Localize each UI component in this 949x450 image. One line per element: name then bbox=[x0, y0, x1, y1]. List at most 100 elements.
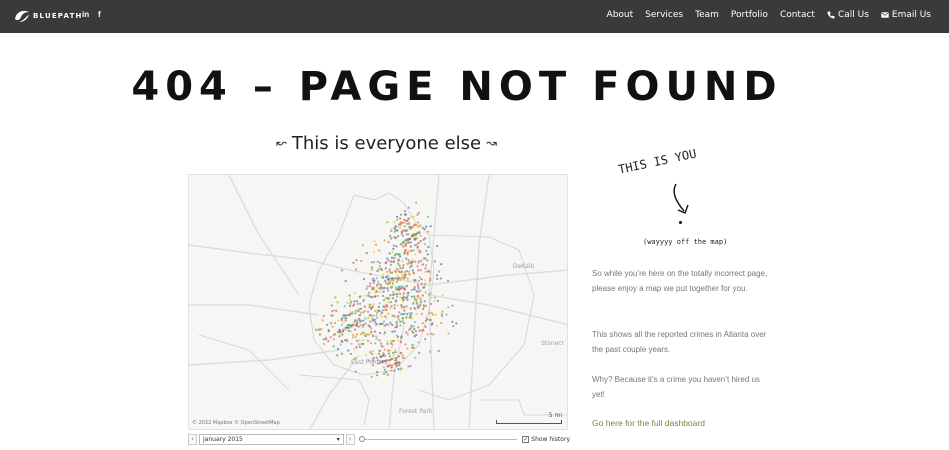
prev-period-button[interactable]: ‹ bbox=[188, 433, 197, 445]
show-history-checkbox[interactable]: ✓ bbox=[522, 435, 530, 443]
crime-point bbox=[399, 324, 402, 327]
crime-point bbox=[376, 280, 380, 283]
crime-point bbox=[405, 296, 408, 299]
nav-portfolio[interactable]: Portfolio bbox=[731, 10, 768, 20]
crime-point bbox=[397, 262, 400, 265]
crime-point bbox=[349, 302, 352, 305]
description-paragraph: This shows all the reported crimes in At… bbox=[592, 330, 767, 354]
crime-point bbox=[387, 259, 390, 262]
crime-point bbox=[428, 319, 431, 322]
crime-point bbox=[356, 302, 359, 305]
crime-point bbox=[395, 320, 398, 324]
crime-point bbox=[420, 329, 424, 332]
facebook-icon[interactable]: f bbox=[98, 10, 101, 19]
brand-logo[interactable]: BLUEPATH bbox=[14, 9, 83, 23]
nav-team-label: Team bbox=[695, 10, 719, 20]
crime-point bbox=[401, 234, 405, 237]
crime-point bbox=[417, 341, 420, 344]
crime-point bbox=[340, 352, 343, 355]
crime-point bbox=[392, 293, 396, 296]
crime-point bbox=[375, 243, 378, 246]
crime-point bbox=[322, 314, 325, 317]
crime-point bbox=[387, 241, 390, 244]
crime-point bbox=[342, 320, 345, 323]
crime-point bbox=[411, 346, 414, 349]
crime-point bbox=[412, 331, 415, 334]
crime-point bbox=[404, 276, 407, 279]
crime-point bbox=[388, 282, 392, 285]
slider-handle[interactable] bbox=[358, 435, 365, 442]
crime-point bbox=[348, 294, 351, 297]
crime-point bbox=[369, 314, 372, 317]
crime-point bbox=[343, 317, 346, 320]
crime-point bbox=[405, 331, 408, 334]
crime-point bbox=[369, 282, 372, 285]
next-period-button[interactable]: › bbox=[345, 433, 355, 445]
nav-contact[interactable]: Contact bbox=[780, 10, 815, 20]
crime-point bbox=[424, 304, 427, 307]
crime-point bbox=[407, 206, 410, 209]
crime-point bbox=[415, 302, 419, 305]
nav-team[interactable]: Team bbox=[695, 10, 719, 20]
slider-track bbox=[358, 438, 518, 440]
crime-point bbox=[396, 325, 399, 328]
crime-point bbox=[433, 300, 436, 303]
crime-point bbox=[338, 335, 341, 338]
crime-point bbox=[400, 276, 403, 279]
show-history-toggle[interactable]: ✓ Show history bbox=[522, 435, 570, 443]
crime-point bbox=[392, 354, 395, 357]
crime-point bbox=[384, 308, 387, 311]
crime-point bbox=[332, 338, 335, 341]
crime-point bbox=[397, 288, 400, 291]
crime-point bbox=[394, 326, 397, 329]
crime-point bbox=[376, 286, 379, 289]
crime-point bbox=[395, 245, 398, 248]
crime-point bbox=[392, 290, 395, 294]
place-label-dekalb: DeKalb bbox=[513, 263, 535, 270]
nav-about[interactable]: About bbox=[607, 10, 634, 20]
crime-point bbox=[392, 279, 395, 282]
crime-point bbox=[431, 322, 434, 325]
crime-point bbox=[331, 325, 334, 328]
crime-point bbox=[396, 235, 399, 238]
crime-point bbox=[415, 312, 418, 316]
linkedin-icon[interactable]: in bbox=[82, 10, 89, 19]
period-select[interactable]: January 2015 ▾ bbox=[198, 433, 344, 445]
nav-email-us[interactable]: Email Us bbox=[880, 10, 931, 20]
crime-point bbox=[391, 343, 394, 346]
crime-point bbox=[395, 295, 399, 298]
crime-point bbox=[424, 282, 427, 285]
crime-point bbox=[405, 270, 408, 273]
crime-point bbox=[383, 305, 386, 309]
nav-call-us[interactable]: Call Us bbox=[827, 10, 869, 20]
nav-services-label: Services bbox=[645, 10, 684, 20]
crime-point bbox=[404, 249, 407, 252]
full-dashboard-link[interactable]: Go here for the full dashboard bbox=[592, 418, 705, 428]
crime-point bbox=[391, 250, 394, 254]
nav-services[interactable]: Services bbox=[645, 10, 683, 20]
crime-point bbox=[399, 296, 402, 299]
crime-map[interactable]: DeKalb East Point Forest Park Stonecr © … bbox=[188, 174, 568, 430]
period-slider[interactable] bbox=[358, 434, 518, 445]
crime-point bbox=[387, 312, 390, 315]
crime-point bbox=[335, 309, 338, 312]
crime-point bbox=[378, 339, 381, 342]
joke-paragraph: Why? Because it’s a crime you haven’t hi… bbox=[592, 375, 760, 399]
map-attribution[interactable]: © 2022 Mapbox © OpenStreetMap bbox=[192, 420, 280, 426]
crime-point bbox=[386, 221, 389, 224]
crime-point bbox=[376, 294, 379, 297]
crime-point bbox=[415, 333, 418, 336]
crime-point bbox=[371, 277, 375, 280]
crime-point bbox=[368, 285, 371, 288]
crime-point bbox=[416, 232, 419, 235]
crime-point bbox=[385, 305, 388, 308]
crime-point bbox=[382, 322, 385, 325]
crime-point bbox=[410, 295, 413, 298]
crime-point bbox=[386, 277, 389, 281]
crime-point bbox=[386, 270, 389, 273]
crime-point bbox=[409, 245, 412, 248]
crime-point bbox=[417, 326, 420, 329]
crime-point bbox=[429, 225, 432, 228]
crime-point bbox=[446, 279, 450, 282]
crime-point bbox=[376, 371, 379, 374]
